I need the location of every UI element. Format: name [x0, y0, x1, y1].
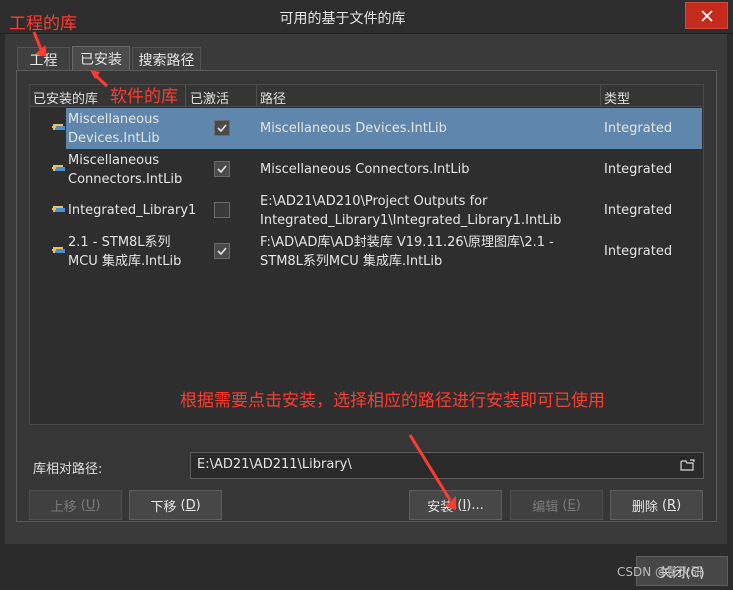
window-title: 可用的基于文件的库: [279, 11, 406, 27]
library-icon: [52, 165, 65, 171]
library-path: Miscellaneous Devices.IntLib: [260, 121, 447, 136]
library-name: Miscellaneous Devices.IntLib: [68, 112, 160, 146]
column-divider[interactable]: [256, 85, 257, 107]
tab-installed[interactable]: 已安装: [72, 46, 130, 71]
tab-search-path-label: 搜索路径: [138, 52, 195, 69]
move-down-button[interactable]: 下移 (D): [129, 490, 222, 520]
window-close-button[interactable]: [685, 2, 728, 29]
header-type[interactable]: 类型: [604, 88, 630, 107]
tab-project-label: 工程: [29, 52, 58, 69]
tab-search-path[interactable]: 搜索路径: [132, 47, 201, 71]
table-row[interactable]: 2.1 - STM8L系列 MCU 集成库.IntLib F:\AD\AD库\AD…: [30, 231, 703, 272]
library-type: Integrated: [604, 203, 673, 218]
checkmark-icon: [217, 165, 227, 174]
checkmark-icon: [217, 247, 227, 256]
column-divider[interactable]: [185, 85, 186, 107]
library-icon: [52, 124, 65, 130]
remove-button[interactable]: 删除 (R): [610, 490, 703, 520]
watermark: CSDN @彭火研: [617, 565, 704, 579]
install-button[interactable]: 安装 (I)...: [409, 490, 502, 520]
library-icon: [52, 206, 65, 212]
library-name: Miscellaneous Connectors.IntLib: [68, 153, 183, 187]
annotation-project-lib: 工程的库: [9, 14, 77, 34]
tab-project[interactable]: 工程: [17, 47, 70, 71]
annotation-software-lib: 软件的库: [110, 87, 178, 107]
library-path: E:\AD21\AD210\Project Outputs for Integra…: [260, 194, 562, 228]
relative-path-input[interactable]: E:\AD21\AD211\Library\: [190, 452, 704, 479]
annotation-instruction: 根据需要点击安装，选择相应的路径进行安装即可已使用: [180, 391, 605, 411]
header-path[interactable]: 路径: [260, 88, 286, 107]
header-active[interactable]: 已激活: [190, 88, 229, 107]
table-row[interactable]: Miscellaneous Devices.IntLib Miscellaneou…: [30, 108, 703, 149]
move-up-button[interactable]: 上移 (U): [29, 490, 122, 520]
library-type: Integrated: [604, 121, 673, 136]
edit-button[interactable]: 编辑 (E): [510, 490, 603, 520]
checkmark-icon: [217, 124, 227, 133]
column-divider[interactable]: [600, 85, 601, 107]
library-icon: [52, 247, 65, 253]
folder-browse-icon[interactable]: [680, 458, 696, 472]
library-type: Integrated: [604, 244, 673, 259]
active-checkbox[interactable]: [214, 243, 230, 259]
title-bar: 可用的基于文件的库: [0, 0, 733, 34]
library-path: Miscellaneous Connectors.IntLib: [260, 162, 470, 177]
tab-installed-label: 已安装: [80, 52, 122, 68]
table-row[interactable]: Miscellaneous Connectors.IntLib Miscellan…: [30, 149, 703, 190]
active-checkbox[interactable]: [214, 161, 230, 177]
relative-path-label: 库相对路径:: [33, 462, 103, 477]
installed-libraries-table: 已安装的库 已激活 路径 类型 Miscellaneous Devices.Int…: [29, 84, 704, 425]
table-row[interactable]: Integrated_Library1 E:\AD21\AD210\Projec…: [30, 190, 703, 231]
active-checkbox[interactable]: [214, 202, 230, 218]
library-type: Integrated: [604, 162, 673, 177]
library-path: F:\AD\AD库\AD封装库 V19.11.26\原理图库\2.1 - STM8…: [260, 235, 554, 269]
library-name: Integrated_Library1: [68, 203, 197, 218]
close-icon: [700, 9, 713, 22]
header-library[interactable]: 已安装的库: [33, 88, 98, 107]
active-checkbox[interactable]: [214, 120, 230, 136]
library-name: 2.1 - STM8L系列 MCU 集成库.IntLib: [68, 235, 182, 269]
